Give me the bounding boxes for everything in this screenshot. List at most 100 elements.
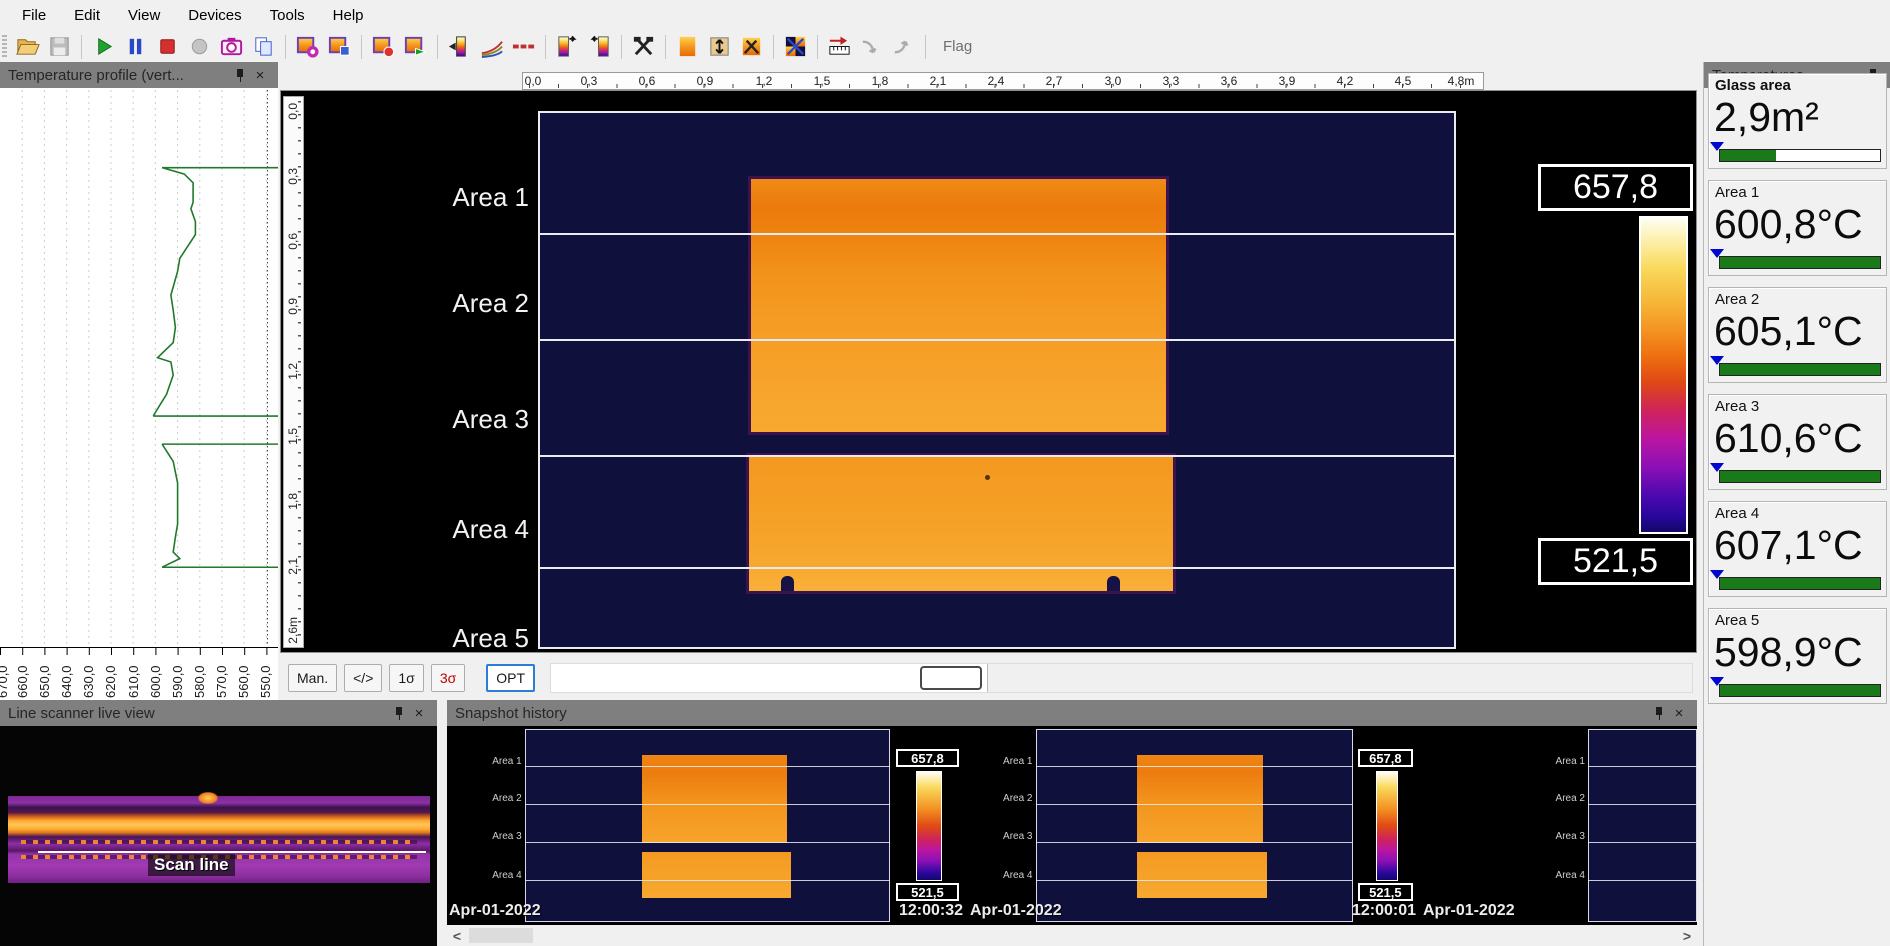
profiles-button[interactable] [477, 32, 506, 61]
window-export-icon [403, 34, 428, 59]
menu-view[interactable]: View [116, 3, 172, 28]
curves-icon [479, 34, 504, 59]
scale-max-readout: 657,8 [896, 749, 959, 767]
scroll-left-arrow[interactable]: < [447, 927, 467, 945]
card-value: 2,9m² [1714, 94, 1819, 141]
menu-tools[interactable]: Tools [258, 3, 317, 28]
snap-area-label: Area 3 [492, 831, 521, 842]
snapshot-item[interactable]: Area 1 Area 2 Area 3 Area 4 657,8 521 [447, 729, 965, 922]
ruler-label: 4,8m [1448, 74, 1475, 88]
vertical-span-icon [707, 34, 732, 59]
scale-min-readout: 521,5 [1358, 883, 1413, 901]
mosaic-icon [783, 34, 808, 59]
snap-area-label: Area 4 [1556, 870, 1585, 881]
stop-icon [155, 34, 180, 59]
scale-shift-right-button[interactable] [553, 32, 582, 61]
threshold-button[interactable] [509, 32, 538, 61]
snapshot-time: 12:00:01 [1352, 902, 1416, 920]
ruler-label: 1,5 [286, 428, 300, 445]
snapshot-date: Apr-01-2022 [1423, 902, 1515, 920]
pin-icon[interactable] [389, 703, 409, 723]
snapshot-window-button[interactable] [293, 32, 322, 61]
record-button[interactable] [185, 32, 214, 61]
vertical-ruler: 0,0 0,3 0,6 0,9 1,2 1,5 1,8 2,1 2,6m [283, 96, 304, 648]
area-1-card: Area 1 600,8°C [1708, 180, 1887, 276]
sigma1-button[interactable]: 1σ [389, 664, 423, 692]
snapshot-scrollbar[interactable]: < > [447, 925, 1697, 946]
slider-thumb[interactable] [920, 666, 982, 690]
palette-button[interactable] [445, 32, 474, 61]
scale-max-readout: 657,8 [1358, 749, 1413, 767]
close-icon[interactable]: × [1669, 703, 1689, 723]
sigma3-button[interactable]: 3σ [431, 664, 465, 692]
measure-button[interactable] [825, 32, 854, 61]
ruler-label: 3,6 [1221, 74, 1238, 88]
toolbar: Flag [0, 30, 1890, 63]
gradient-arrow-right-icon [555, 34, 580, 59]
export-report-button[interactable] [857, 32, 886, 61]
snap-area-label: Area 2 [1556, 793, 1585, 804]
manual-scale-button[interactable]: Man. [288, 664, 337, 692]
open-file-button[interactable] [13, 32, 42, 61]
glass-sheet-1 [1137, 755, 1263, 843]
export-window-button[interactable] [401, 32, 430, 61]
mosaic-button[interactable] [781, 32, 810, 61]
ruler-label: 3,9 [1279, 74, 1296, 88]
scroll-right-arrow[interactable]: > [1677, 927, 1697, 945]
pause-button[interactable] [121, 32, 150, 61]
play-icon [91, 34, 116, 59]
scale-min-readout: 521,5 [1538, 538, 1693, 585]
palette-arrow-icon [447, 34, 472, 59]
menu-devices[interactable]: Devices [176, 3, 253, 28]
span-button[interactable] [705, 32, 734, 61]
hot-area-button[interactable] [673, 32, 702, 61]
position-slider-track[interactable] [550, 663, 1693, 693]
area-4-card: Area 4 607,1°C [1708, 501, 1887, 597]
save-button[interactable] [45, 32, 74, 61]
close-icon[interactable]: × [250, 65, 270, 85]
scrollbar-thumb[interactable] [469, 928, 533, 943]
area-2-card: Area 2 605,1°C [1708, 287, 1887, 383]
snapshot-item[interactable]: Area 1 Area 2 Area 3 Area 4 Apr-01-2022 [1421, 729, 1697, 922]
start-button[interactable] [89, 32, 118, 61]
card-label: Area 4 [1715, 505, 1759, 522]
area-settings-button[interactable] [737, 32, 766, 61]
window-record-icon [371, 34, 396, 59]
area-2-label: Area 2 [409, 288, 529, 319]
axis-tick-label: 550,0 [259, 658, 273, 698]
opt-button[interactable]: OPT [486, 664, 535, 692]
snapshot-history-title: Snapshot history [455, 705, 567, 722]
temperature-colorbar [1639, 216, 1688, 534]
toolbar-grip[interactable] [2, 35, 7, 59]
save-snapshot-button[interactable] [325, 32, 354, 61]
flag-button[interactable]: Flag [933, 35, 982, 58]
glass-defect-dot [985, 475, 990, 480]
minmax-scale-button[interactable]: </> [344, 664, 382, 692]
stop-button[interactable] [153, 32, 182, 61]
snapshot-button[interactable] [217, 32, 246, 61]
horizontal-ruler: 0,0 0,3 0,6 0,9 1,2 1,5 1,8 2,1 2,4 2,7 … [522, 72, 1484, 90]
band-divider [1036, 842, 1353, 843]
menu-edit[interactable]: Edit [62, 3, 112, 28]
axis-tick-label: 640,0 [60, 658, 74, 698]
menu-file[interactable]: File [10, 3, 58, 28]
copy-button[interactable] [249, 32, 278, 61]
menu-help[interactable]: Help [321, 3, 376, 28]
band-divider [1036, 766, 1353, 767]
card-bar [1719, 577, 1881, 590]
glass-sheet-2 [749, 456, 1173, 591]
close-icon[interactable]: × [409, 703, 429, 723]
settings-button[interactable] [629, 32, 658, 61]
snapshot-item[interactable]: Area 1 Area 2 Area 3 Area 4 657,8 521 [968, 729, 1418, 922]
pin-icon[interactable] [230, 65, 250, 85]
axis-tick-label: 580,0 [193, 658, 207, 698]
pin-icon[interactable] [1649, 703, 1669, 723]
record-window-button[interactable] [369, 32, 398, 61]
gradient-arrow-left-icon [587, 34, 612, 59]
card-value: 610,6°C [1714, 415, 1863, 462]
import-report-button[interactable] [889, 32, 918, 61]
card-bar [1719, 149, 1881, 162]
card-bar [1719, 470, 1881, 483]
scale-shift-left-button[interactable] [585, 32, 614, 61]
thermal-main-view[interactable]: 0,0 0,3 0,6 0,9 1,2 1,5 1,8 2,1 2,6m Are… [280, 90, 1697, 653]
